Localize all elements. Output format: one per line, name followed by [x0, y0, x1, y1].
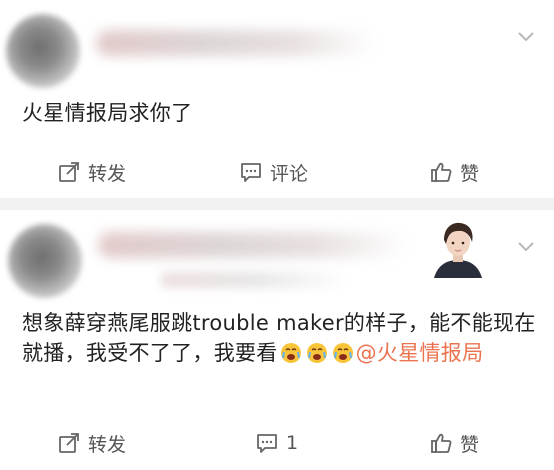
- comment-count: 1: [286, 432, 299, 454]
- comment-card-1: 火星情报局求你了 转发 评论 赞: [0, 0, 554, 198]
- comment-button[interactable]: 评论: [240, 152, 308, 192]
- comment-text: 想象薛穿燕尾服跳trouble maker的样子，能不能现在就播，我受不了了，我…: [22, 308, 537, 368]
- repost-label: 转发: [88, 433, 127, 456]
- comment-icon: [241, 163, 261, 182]
- crying-face-emoji: [332, 343, 353, 363]
- repost-icon: [59, 162, 79, 182]
- blurred-meta: [160, 272, 350, 288]
- like-label: 赞: [460, 162, 480, 185]
- crying-face-emoji: [306, 343, 327, 363]
- repost-button[interactable]: 转发: [58, 152, 126, 192]
- repost-label: 转发: [88, 162, 127, 185]
- action-bar: 转发 1 赞: [0, 423, 554, 463]
- mention-link[interactable]: @火星情报局: [356, 341, 484, 365]
- chevron-down-icon[interactable]: [516, 240, 536, 254]
- portrait-image: [426, 216, 490, 278]
- comment-text: 火星情报局求你了: [22, 101, 193, 125]
- comment-icon: [257, 434, 277, 453]
- like-button[interactable]: 赞: [430, 152, 479, 192]
- thumbs-up-icon: [431, 433, 452, 453]
- comment-card-2: 想象薛穿燕尾服跳trouble maker的样子，能不能现在就播，我受不了了，我…: [0, 210, 554, 470]
- comment-button[interactable]: 1: [256, 423, 298, 463]
- like-button[interactable]: 赞: [430, 423, 479, 463]
- comment-label: 评论: [270, 162, 309, 185]
- action-bar: 转发 评论 赞: [0, 152, 554, 192]
- user-photo: [426, 216, 490, 278]
- blurred-username: [98, 232, 408, 258]
- crying-face-emoji: [280, 343, 301, 363]
- repost-button[interactable]: 转发: [58, 423, 126, 463]
- thumbs-up-icon: [431, 162, 452, 182]
- blurred-username: [96, 30, 376, 56]
- like-label: 赞: [460, 433, 480, 456]
- chevron-down-icon[interactable]: [516, 30, 536, 44]
- blurred-avatar: [8, 224, 82, 298]
- repost-icon: [59, 433, 79, 453]
- blurred-avatar: [6, 14, 80, 88]
